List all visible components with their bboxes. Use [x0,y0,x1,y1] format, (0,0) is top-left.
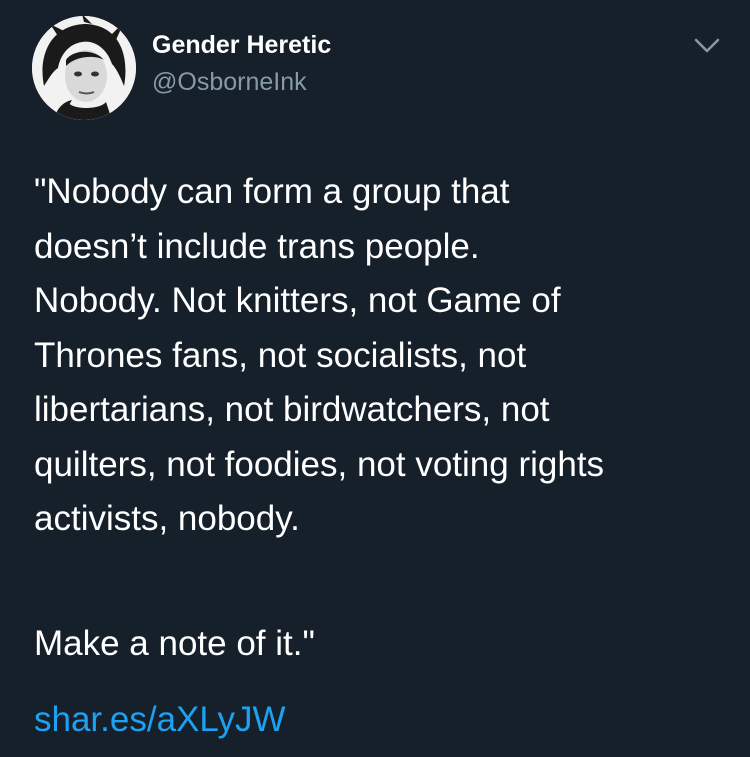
author-handle[interactable]: @OsborneInk [152,68,307,97]
tweet-body-line: activists, nobody. [34,499,300,538]
tweet-body: "Nobody can form a group that doesn’t in… [34,165,724,547]
tweet-body-line: doesn’t include trans people. [34,226,480,266]
tweet-closing-line: Make a note of it." [34,624,315,663]
avatar[interactable] [32,16,136,120]
tweet-body-line: Thrones fans, not socialists, not [34,335,527,375]
tweet-body-line: libertarians, not birdwatchers, not [34,390,550,429]
profile-photo-icon [32,16,136,120]
author-display-name[interactable]: Gender Heretic [152,31,331,60]
tweet-body-line: "Nobody can form a group that [34,172,510,211]
tweet-card: Gender Heretic @OsborneInk "Nobody can f… [0,0,750,757]
tweet-body-line: Nobody. Not knitters, not Game of [34,281,561,320]
tweet-link[interactable]: shar.es/aXLyJW [34,693,286,748]
chevron-down-icon[interactable] [694,36,720,56]
tweet-body-line: quilters, not foodies, not voting rights [34,444,605,484]
